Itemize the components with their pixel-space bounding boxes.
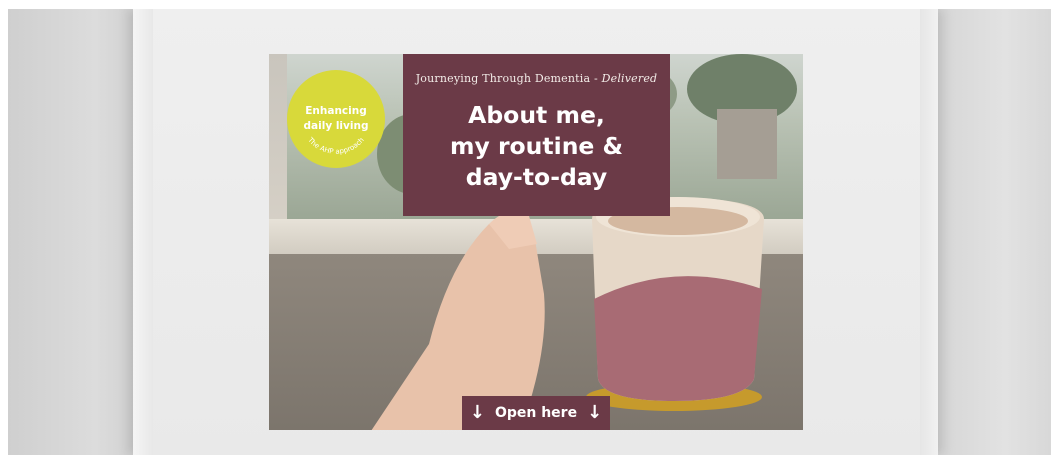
- heading-line-2: my routine &: [449, 132, 624, 160]
- cover-card: Enhancing daily living The AHP approach …: [269, 54, 803, 430]
- heading-line-1: About me,: [468, 101, 605, 129]
- svg-text:The AHP approach: The AHP approach: [306, 135, 366, 155]
- box-edge-right: [920, 9, 938, 455]
- box-edge-left: [133, 9, 153, 455]
- heading-line-3: day-to-day: [465, 163, 608, 191]
- series-prefix: Journeying Through Dementia -: [415, 72, 602, 85]
- open-here-tab[interactable]: ↓ Open here ↓: [462, 396, 610, 430]
- arrow-down-icon: ↓: [587, 402, 603, 423]
- badge-arc-text: The AHP approach: [306, 135, 366, 155]
- series-title: Journeying Through Dementia - Delivered: [403, 72, 670, 85]
- background-wall-left: [8, 9, 133, 455]
- title-panel: Journeying Through Dementia - Delivered …: [403, 54, 670, 216]
- series-suffix: Delivered: [601, 72, 658, 85]
- enhancing-daily-living-badge: Enhancing daily living The AHP approach: [287, 70, 385, 168]
- badge-arc-label: The AHP approach: [306, 135, 366, 155]
- open-here-label: Open here: [494, 405, 578, 421]
- arrow-down-icon: ↓: [469, 402, 485, 423]
- card-heading: About me, my routine & day-to-day: [403, 100, 670, 193]
- photo-scene: Enhancing daily living The AHP approach …: [8, 9, 1051, 455]
- background-wall-right: [936, 9, 1051, 455]
